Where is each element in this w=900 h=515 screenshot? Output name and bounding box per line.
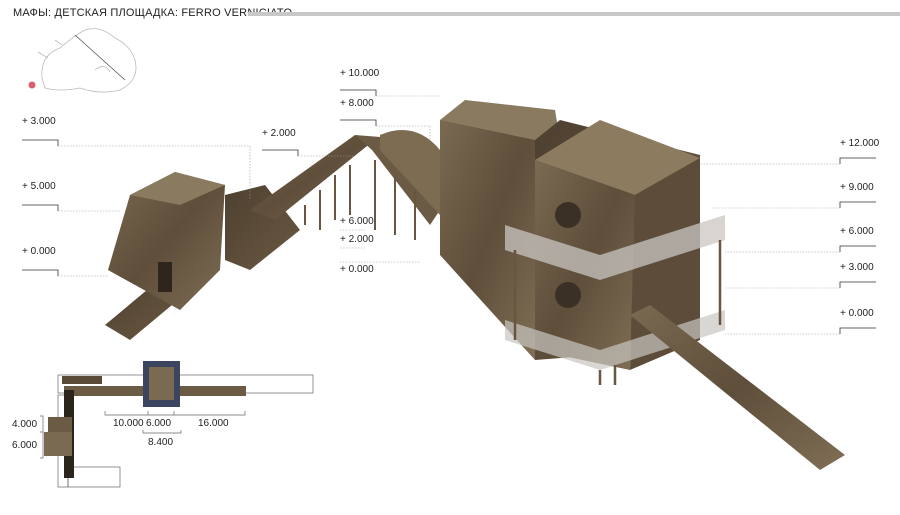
- level-label: + 2.000: [340, 234, 374, 245]
- level-label: + 10.000: [340, 68, 380, 79]
- level-label: + 9.000: [840, 182, 874, 193]
- level-label: + 8.000: [340, 98, 374, 109]
- level-label: + 12.000: [840, 138, 880, 149]
- dimension-label: 6.000: [12, 440, 38, 451]
- floor-plan: [40, 361, 314, 488]
- level-label: + 3.000: [840, 262, 874, 273]
- level-label: + 6.000: [840, 226, 874, 237]
- playground-diagram-sheet: МАФЫ: ДЕТСКАЯ ПЛОЩАДКА: FERRO VERNICIATO: [0, 0, 900, 515]
- dimension-label: 10.000: [113, 418, 144, 429]
- level-label: + 3.000: [22, 116, 56, 127]
- dimension-label: 6.000: [146, 418, 172, 429]
- level-label: + 0.000: [22, 246, 56, 257]
- dimension-label: 16.000: [198, 418, 229, 429]
- axonometric-drawing: [22, 28, 876, 488]
- right-ramp: [630, 305, 845, 470]
- site-plan-map: [28, 28, 137, 93]
- level-label: + 2.000: [262, 128, 296, 139]
- level-label: + 5.000: [22, 181, 56, 192]
- level-label: + 6.000: [340, 216, 374, 227]
- level-label: + 0.000: [840, 308, 874, 319]
- location-marker: [28, 81, 36, 89]
- level-label: + 0.000: [340, 264, 374, 275]
- dimension-label: 4.000: [12, 419, 38, 430]
- dimension-label: 8.400: [148, 437, 174, 448]
